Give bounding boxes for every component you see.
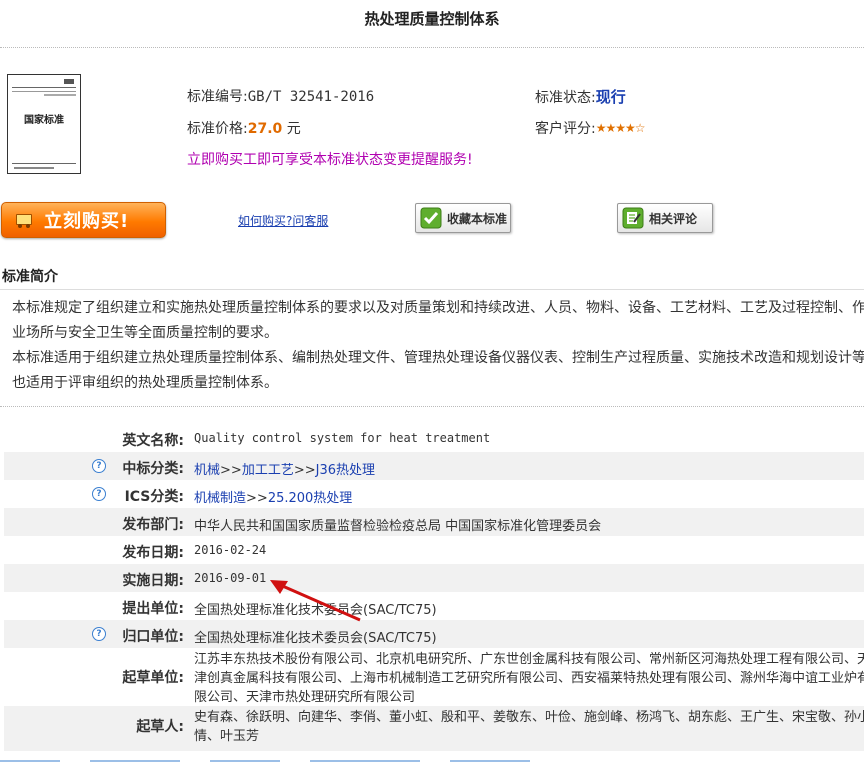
ccs-link-processing[interactable]: 加工工艺 bbox=[242, 463, 294, 478]
standard-number-label: 标准编号: bbox=[187, 89, 248, 105]
detail-value: 中华人民共和国国家质量监督检验检疫总局 中国国家标准化管理委员会 bbox=[194, 519, 602, 534]
detail-value: 史有森、徐跃明、向建华、李俏、董小虹、殷和平、姜敬东、叶俭、施剑峰、杨鸿飞、胡东… bbox=[194, 710, 864, 744]
standard-status: 标准状态:现行 bbox=[535, 86, 626, 107]
standard-status-label: 标准状态: bbox=[535, 90, 596, 106]
detail-label: 提出单位: bbox=[122, 601, 184, 617]
standard-cover-image: 国家标准 bbox=[7, 74, 81, 174]
detail-label: ICS分类: bbox=[124, 489, 184, 505]
ccs-link-machinery[interactable]: 机械 bbox=[194, 463, 220, 478]
ics-link-heat-treatment[interactable]: 25.200热处理 bbox=[268, 491, 353, 506]
divider bbox=[0, 47, 864, 48]
detail-label: 发布部门: bbox=[122, 517, 184, 533]
shopping-cart-icon bbox=[12, 212, 34, 228]
intro-paragraph: 本标准适用于组织建立热处理质量控制体系、编制热处理文件、管理热处理设备仪器仪表、… bbox=[12, 350, 864, 366]
intro-section-title: 标准简介 bbox=[2, 269, 58, 285]
detail-row-publish-date: 发布日期: 2016-02-24 bbox=[4, 536, 864, 564]
ics-link-manufacturing[interactable]: 机械制造 bbox=[194, 491, 246, 506]
detail-value: 机械>>加工工艺>>J36热处理 bbox=[194, 463, 376, 478]
intro-text: 本标准规定了组织建立和实施热处理质量控制体系的要求以及对质量策划和持续改进、人员… bbox=[12, 296, 864, 396]
cut-off-link-row bbox=[0, 751, 864, 762]
detail-label: 起草单位: bbox=[122, 670, 184, 686]
detail-value: Quality control system for heat treatmen… bbox=[194, 431, 491, 445]
cover-title: 国家标准 bbox=[24, 115, 64, 126]
detail-row-ccs: ? 中标分类: 机械>>加工工艺>>J36热处理 bbox=[4, 452, 864, 480]
ccs-link-heat-treatment[interactable]: J36热处理 bbox=[316, 463, 375, 478]
rating-stars-icon: ★★★★☆ bbox=[595, 121, 646, 135]
detail-label: 起草人: bbox=[136, 719, 184, 735]
standard-details-table: 英文名称: Quality control system for heat tr… bbox=[4, 424, 864, 752]
standard-number-value: GB/T 32541-2016 bbox=[247, 89, 375, 105]
favorite-standard-button[interactable]: 收藏本标准 bbox=[415, 203, 511, 233]
detail-value: 2016-02-24 bbox=[194, 543, 267, 557]
detail-label: 归口单位: bbox=[122, 629, 184, 645]
help-icon[interactable]: ? bbox=[92, 627, 106, 641]
standard-price-label: 标准价格: bbox=[187, 121, 248, 137]
customer-rating-label: 客户评分: bbox=[535, 121, 596, 137]
cover-badge bbox=[64, 79, 74, 84]
detail-row-publisher: 发布部门: 中华人民共和国国家质量监督检验检疫总局 中国国家标准化管理委员会 bbox=[4, 508, 864, 536]
status-alert-promo-link[interactable]: 立即购买工即可享受本标准状态变更提醒服务! bbox=[187, 149, 473, 169]
detail-row-owner: ? 归口单位: 全国热处理标准化技术委员会(SAC/TC75) bbox=[4, 620, 864, 648]
detail-row-proposer: 提出单位: 全国热处理标准化技术委员会(SAC/TC75) bbox=[4, 592, 864, 620]
edit-note-icon bbox=[622, 207, 644, 229]
divider bbox=[0, 406, 864, 407]
annotation-arrow bbox=[270, 580, 361, 622]
standard-number: 标准编号:GB/T 32541-2016 bbox=[187, 86, 374, 106]
how-to-buy-link[interactable]: 如何购买?问客服 bbox=[238, 212, 328, 229]
detail-value: 江苏丰东热技术股份有限公司、北京机电研究所、广东世创金属科技有限公司、常州新区河… bbox=[194, 652, 864, 705]
cover-header-line bbox=[12, 87, 76, 92]
detail-row-authors: 起草人: 史有森、徐跃明、向建华、李俏、董小虹、殷和平、姜敬东、叶俭、施剑峰、杨… bbox=[4, 706, 864, 752]
detail-value: 机械制造>>25.200热处理 bbox=[194, 491, 353, 506]
intro-paragraph: 也适用于评审组织的热处理质量控制体系。 bbox=[12, 375, 278, 391]
detail-row-english-name: 英文名称: Quality control system for heat tr… bbox=[4, 424, 864, 452]
detail-label: 英文名称: bbox=[122, 433, 184, 449]
divider bbox=[0, 289, 864, 290]
help-icon[interactable]: ? bbox=[92, 459, 106, 473]
cover-subline bbox=[44, 94, 76, 96]
help-icon[interactable]: ? bbox=[92, 487, 106, 501]
detail-row-drafters: 起草单位: 江苏丰东热技术股份有限公司、北京机电研究所、广东世创金属科技有限公司… bbox=[4, 648, 864, 706]
checkmark-icon bbox=[420, 207, 442, 229]
standard-price: 标准价格:27.0 元 bbox=[187, 118, 301, 138]
cover-rule bbox=[12, 163, 76, 164]
standard-status-value: 现行 bbox=[595, 88, 626, 106]
detail-label: 实施日期: bbox=[122, 573, 184, 589]
favorite-standard-label: 收藏本标准 bbox=[447, 211, 508, 226]
standard-price-unit: 元 bbox=[286, 121, 301, 137]
buy-now-label: 立刻购买! bbox=[44, 211, 130, 232]
detail-label: 发布日期: bbox=[122, 545, 184, 561]
buy-now-button[interactable]: 立刻购买! bbox=[1, 202, 166, 238]
page-title: 热处理质量控制体系 bbox=[364, 10, 500, 28]
cover-footer bbox=[14, 167, 54, 169]
detail-row-implement-date: 实施日期: 2016-09-01 bbox=[4, 564, 864, 592]
customer-rating: 客户评分:★★★★☆ bbox=[535, 118, 646, 138]
detail-label: 中标分类: bbox=[122, 461, 184, 477]
standard-price-value: 27.0 bbox=[247, 121, 283, 137]
detail-row-ics: ? ICS分类: 机械制造>>25.200热处理 bbox=[4, 480, 864, 508]
intro-paragraph: 业场所与安全卫生等全面质量控制的要求。 bbox=[12, 325, 278, 341]
intro-paragraph: 本标准规定了组织建立和实施热处理质量控制体系的要求以及对质量策划和持续改进、人员… bbox=[12, 300, 864, 316]
related-reviews-button[interactable]: 相关评论 bbox=[617, 203, 713, 233]
related-reviews-label: 相关评论 bbox=[649, 211, 698, 226]
